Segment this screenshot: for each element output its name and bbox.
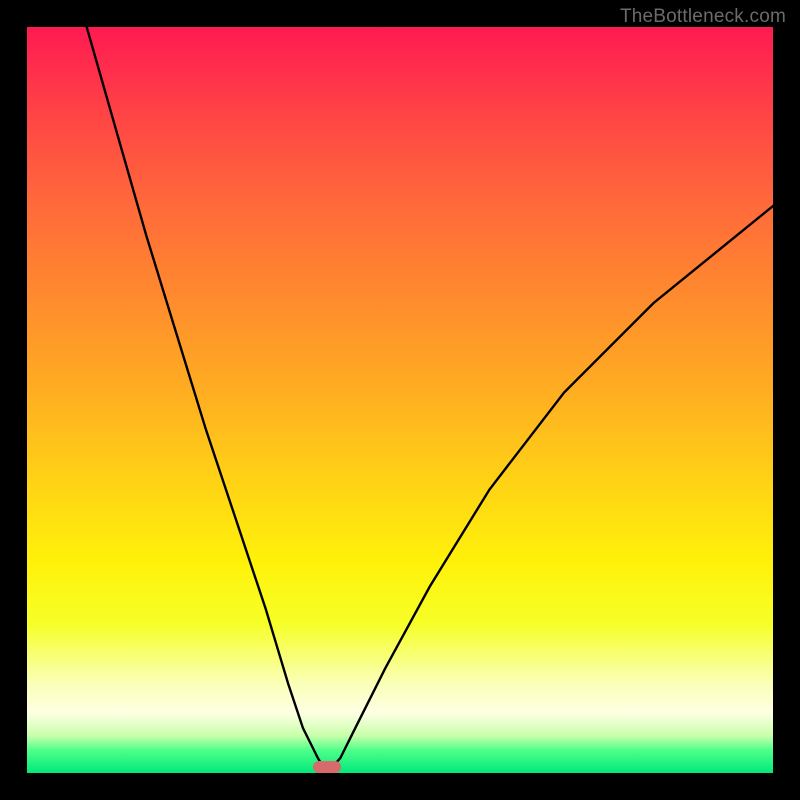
bottleneck-curve (27, 27, 773, 773)
watermark-text: TheBottleneck.com (620, 6, 786, 28)
chart-plot-area (27, 27, 773, 773)
bottleneck-marker (313, 761, 341, 773)
